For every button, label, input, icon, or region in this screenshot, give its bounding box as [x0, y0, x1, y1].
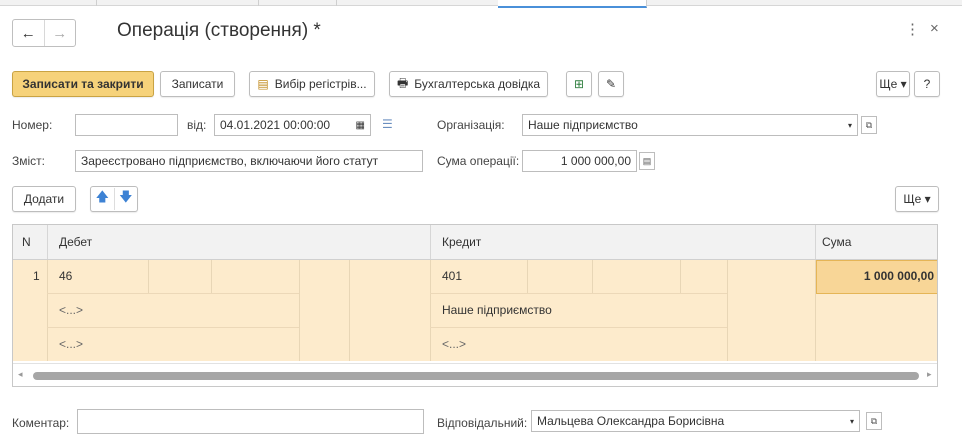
column-header-n[interactable]: N — [22, 225, 31, 259]
content-input[interactable]: Зареєстровано підприємство, включаючи йо… — [75, 150, 423, 172]
row-number: 1 — [33, 269, 40, 283]
tab-stub[interactable] — [258, 0, 337, 6]
accounting-note-button[interactable]: 🖶 Бухгалтерська довідка — [389, 71, 548, 97]
calendar-icon[interactable]: ▦ — [356, 120, 365, 131]
organization-select[interactable]: Наше підприємство ▾ — [522, 114, 858, 136]
page-title: Операція (створення) * — [117, 20, 321, 41]
date-value: 04.01.2021 00:00:00 — [220, 118, 331, 132]
open-link-icon[interactable]: ⧉ — [866, 412, 882, 430]
help-button[interactable]: ? — [914, 71, 940, 97]
number-label: Номер: — [12, 118, 53, 132]
table-header: N Дебет Кредит Сума — [13, 225, 937, 260]
entries-table: N Дебет Кредит Сума 1 46 <...> <...> 401… — [12, 224, 938, 387]
date-from-label: від: — [187, 118, 207, 132]
credit-account[interactable]: 401 — [442, 260, 462, 292]
attachment-icon[interactable]: ✎ — [598, 71, 624, 97]
forward-arrow-icon[interactable]: → — [45, 20, 76, 46]
scroll-left-icon[interactable]: ◂ — [18, 369, 23, 380]
debit-subconto-2[interactable]: <...> — [59, 328, 83, 360]
responsible-label: Відповідальний: — [437, 416, 528, 430]
open-link-icon[interactable]: ⧉ — [861, 116, 877, 134]
more-button[interactable]: Ще ▾ — [876, 71, 910, 97]
structure-icon[interactable]: ⊞ — [566, 71, 592, 97]
content-label: Зміст: — [12, 154, 45, 168]
top-tab-strip — [0, 0, 962, 8]
responsible-select[interactable]: Мальцева Олександра Борисівна ▾ — [531, 410, 860, 432]
horizontal-scrollbar[interactable]: ◂ ▸ — [13, 363, 937, 386]
debit-account[interactable]: 46 — [59, 260, 72, 292]
operation-sum-label: Сума операції: — [437, 154, 520, 168]
table-row[interactable]: 1 46 <...> <...> 401 Наше підприємство <… — [13, 260, 937, 361]
comment-input[interactable] — [77, 409, 424, 434]
credit-subconto-1[interactable]: Наше підприємство — [442, 294, 552, 326]
date-input[interactable]: 04.01.2021 00:00:00 ▦ — [214, 114, 371, 136]
tab-stub[interactable] — [96, 0, 259, 6]
chevron-down-icon[interactable]: ▾ — [848, 121, 852, 130]
credit-subconto-2[interactable]: <...> — [442, 328, 466, 360]
column-header-debit[interactable]: Дебет — [59, 225, 92, 259]
table-more-button[interactable]: Ще ▾ — [895, 186, 939, 212]
number-input[interactable] — [75, 114, 178, 136]
move-up-icon[interactable]: 🡅 — [91, 188, 115, 210]
tab-stub[interactable] — [0, 0, 97, 6]
history-nav: ← → — [12, 19, 76, 47]
list-icon[interactable]: ☰ — [382, 117, 393, 131]
organization-label: Організація: — [437, 118, 505, 132]
organization-value: Наше підприємство — [528, 118, 638, 132]
save-and-close-button[interactable]: Записати та закрити — [12, 71, 154, 97]
back-arrow-icon[interactable]: ← — [13, 20, 45, 46]
add-row-button[interactable]: Додати — [12, 186, 76, 212]
sum-value[interactable]: 1 000 000,00 — [822, 260, 934, 292]
debit-subconto-1[interactable]: <...> — [59, 294, 83, 326]
more-vertical-icon[interactable]: ⋮ — [905, 20, 920, 38]
move-down-icon[interactable]: 🡇 — [115, 188, 138, 210]
close-icon[interactable]: × — [930, 20, 939, 37]
save-button[interactable]: Записати — [160, 71, 235, 97]
accounting-note-label: Бухгалтерська довідка — [414, 77, 541, 91]
operation-sum-input[interactable]: 1 000 000,00 — [522, 150, 637, 172]
select-registers-button[interactable]: ▤ Вибір регістрів... — [249, 71, 375, 97]
move-rows-group: 🡅 🡇 — [90, 186, 138, 212]
tab-stub-active[interactable] — [498, 0, 647, 8]
column-header-credit[interactable]: Кредит — [442, 225, 481, 259]
printer-icon: 🖶 — [396, 75, 409, 90]
scrollbar-thumb[interactable] — [33, 372, 919, 380]
select-registers-label: Вибір регістрів... — [274, 77, 367, 91]
scroll-right-icon[interactable]: ▸ — [927, 369, 932, 380]
registers-icon: ▤ — [257, 77, 269, 91]
chevron-down-icon[interactable]: ▾ — [850, 417, 854, 426]
calculator-icon[interactable]: ▤ — [639, 152, 655, 170]
comment-label: Коментар: — [12, 416, 70, 430]
responsible-value: Мальцева Олександра Борисівна — [537, 414, 725, 428]
column-header-sum[interactable]: Сума — [822, 225, 851, 259]
